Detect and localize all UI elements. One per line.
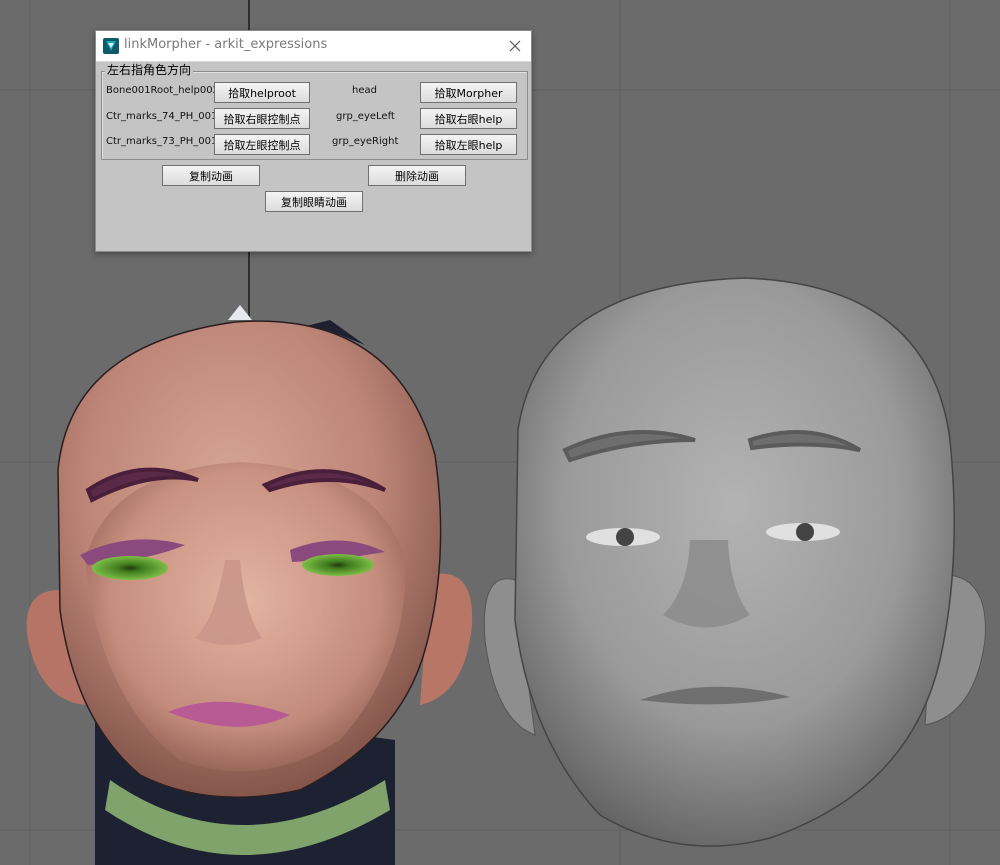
pick-right-eye-control-button[interactable]: 拾取右眼控制点 [214, 108, 310, 129]
copy-eye-animation-button[interactable]: 复制眼睛动画 [265, 191, 363, 212]
helproot-name-label: Bone001Root_help002 [106, 85, 219, 96]
left-head-model [26, 305, 473, 865]
window-title: linkMorpher - arkit_expressions [124, 37, 328, 52]
pick-left-eye-help-button[interactable]: 拾取左眼help [420, 134, 517, 155]
title-bar[interactable]: linkMorpher - arkit_expressions [96, 31, 531, 62]
close-button[interactable] [503, 34, 527, 58]
pick-morpher-button[interactable]: 拾取Morpher [420, 82, 517, 103]
right-head-model [483, 277, 986, 847]
group-legend: 左右指角色方向 [105, 62, 194, 78]
right-eye-help-label: grp_eyeLeft [336, 111, 395, 122]
3ds-max-icon [103, 38, 119, 54]
left-eye-control-label: Ctr_marks_73_PH_001 [106, 136, 218, 147]
left-eye-help-label: grp_eyeRight [332, 136, 399, 147]
copy-animation-button[interactable]: 复制动画 [162, 165, 260, 186]
delete-animation-button[interactable]: 删除动画 [368, 165, 466, 186]
close-icon [509, 40, 521, 52]
morpher-name-label: head [352, 85, 377, 96]
pick-left-eye-control-button[interactable]: 拾取左眼控制点 [214, 134, 310, 155]
right-eye-control-label: Ctr_marks_74_PH_001 [106, 111, 218, 122]
pick-helproot-button[interactable]: 拾取helproot [214, 82, 310, 103]
pick-right-eye-help-button[interactable]: 拾取右眼help [420, 108, 517, 129]
linkmorpher-dialog: linkMorpher - arkit_expressions 左右指角色方向 … [95, 30, 532, 252]
